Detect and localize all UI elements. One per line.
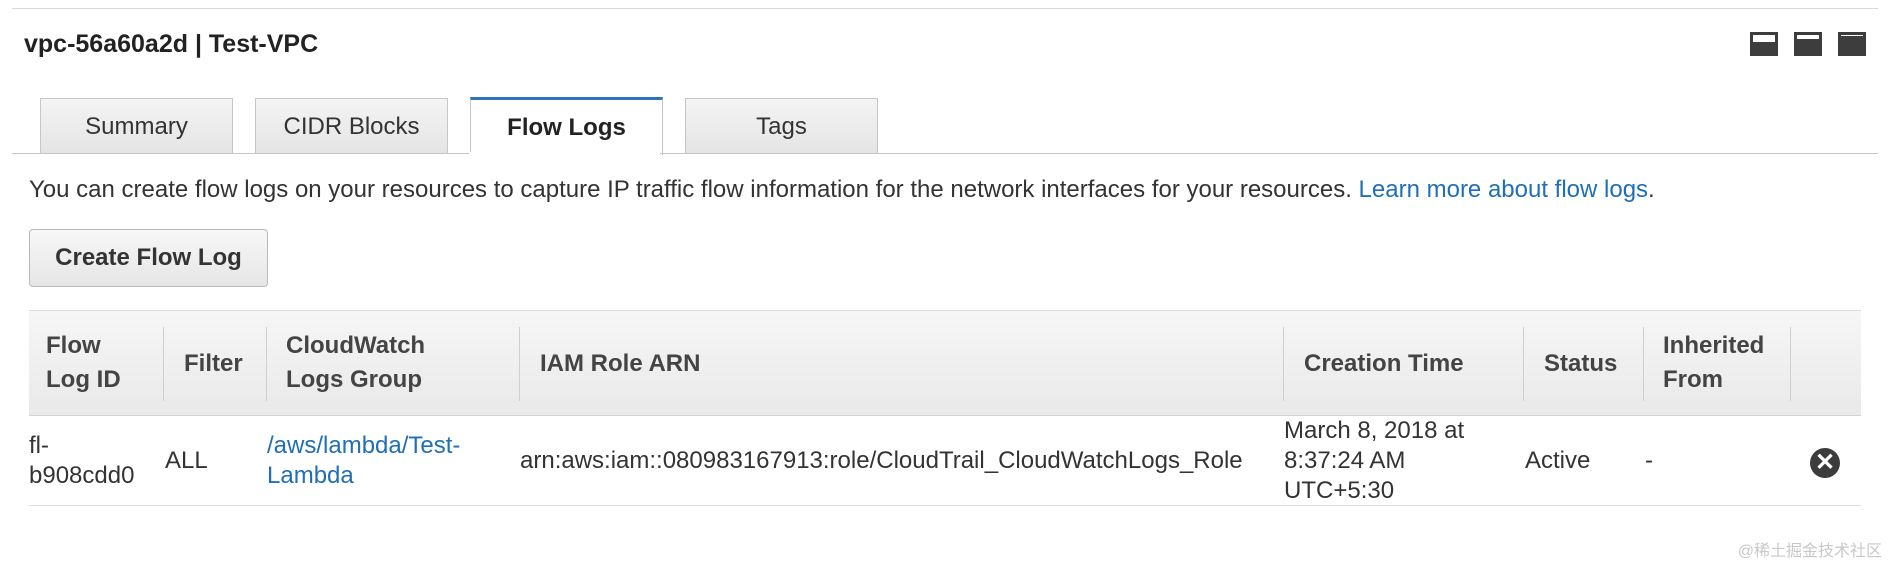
flow-logs-description: You can create flow logs on your resourc…	[29, 176, 1655, 203]
column-resize-handle[interactable]	[1790, 327, 1791, 401]
table-row[interactable]: fl- b908cdd0 ALL /aws/lambda/Test- Lambd…	[29, 416, 1861, 506]
column-header-inherited-from[interactable]: Inherited From	[1663, 329, 1764, 397]
cell-status: Active	[1525, 447, 1591, 474]
tab-bar: Summary CIDR Blocks Flow Logs Tags	[40, 97, 878, 155]
column-header-iam-role-arn[interactable]: IAM Role ARN	[540, 347, 700, 381]
column-resize-handle[interactable]	[1643, 327, 1644, 401]
cell-iam-role-arn: arn:aws:iam::080983167913:role/CloudTrai…	[520, 447, 1243, 474]
column-header-cloudwatch-logs-group[interactable]: CloudWatch Logs Group	[286, 329, 425, 397]
panel-bottom-small-icon[interactable]	[1750, 32, 1778, 56]
column-header-status[interactable]: Status	[1544, 347, 1617, 381]
view-controls	[1750, 32, 1866, 56]
column-resize-handle[interactable]	[1523, 327, 1524, 401]
tab-flow-logs[interactable]: Flow Logs	[470, 97, 663, 155]
panel-maximize-icon[interactable]	[1838, 32, 1866, 56]
log-group-link[interactable]: /aws/lambda/Test- Lambda	[267, 431, 460, 491]
column-resize-handle[interactable]	[266, 327, 267, 401]
column-header-creation-time[interactable]: Creation Time	[1304, 347, 1464, 381]
create-flow-log-button[interactable]: Create Flow Log	[29, 229, 268, 287]
column-resize-handle[interactable]	[163, 327, 164, 401]
tab-divider	[12, 153, 1878, 154]
cell-flow-log-id: fl- b908cdd0	[29, 432, 135, 489]
column-resize-handle[interactable]	[1283, 327, 1284, 401]
column-header-flow-log-id[interactable]: Flow Log ID	[46, 329, 121, 397]
tab-summary[interactable]: Summary	[40, 98, 233, 154]
top-divider	[12, 8, 1878, 9]
panel-title: vpc-56a60a2d | Test-VPC	[24, 30, 319, 58]
table-header: Flow Log ID Filter CloudWatch Logs Group…	[29, 310, 1861, 416]
description-text: You can create flow logs on your resourc…	[29, 176, 1359, 203]
column-resize-handle[interactable]	[519, 327, 520, 401]
watermark: @稀土掘金技术社区	[1737, 543, 1882, 560]
cell-inherited-from: -	[1645, 447, 1653, 474]
tab-cidr-blocks[interactable]: CIDR Blocks	[255, 98, 448, 154]
close-circle-icon[interactable]: ✕	[1810, 448, 1840, 478]
learn-more-link[interactable]: Learn more about flow logs	[1359, 176, 1649, 203]
cell-cloudwatch-logs-group[interactable]: /aws/lambda/Test- Lambda	[267, 431, 460, 491]
panel-bottom-half-icon[interactable]	[1794, 32, 1822, 56]
cell-creation-time: March 8, 2018 at 8:37:24 AM UTC+5:30	[1284, 417, 1465, 504]
tab-tags[interactable]: Tags	[685, 98, 878, 154]
cell-filter: ALL	[165, 447, 208, 474]
column-header-filter[interactable]: Filter	[184, 347, 243, 381]
